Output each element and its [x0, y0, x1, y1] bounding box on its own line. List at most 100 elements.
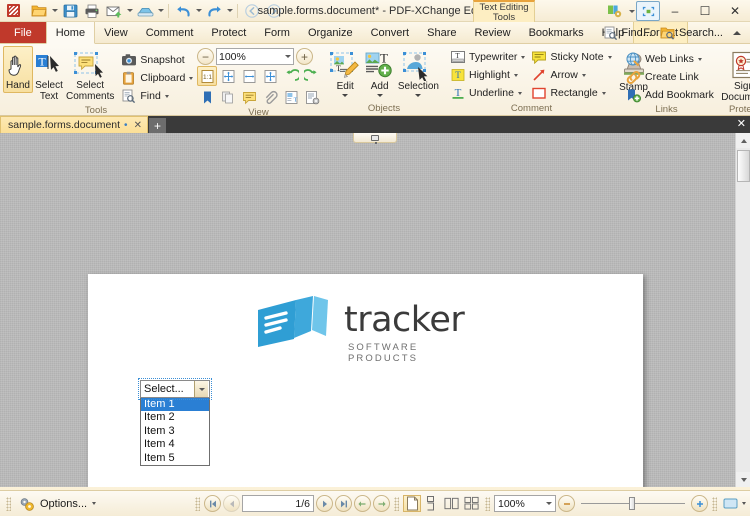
dropdown-option-1[interactable]: Item 1 — [141, 398, 209, 412]
zoom-slider[interactable] — [577, 495, 689, 512]
rotate-right-icon[interactable] — [302, 66, 322, 86]
tab-comment[interactable]: Comment — [137, 22, 203, 43]
arrow-button[interactable]: Arrow — [529, 66, 613, 84]
form-dropdown-field[interactable]: Select... Item 1 Item 2 Item 3 Item 4 It… — [138, 378, 212, 466]
dropdown-closed-display[interactable]: Select... — [138, 378, 212, 400]
ui-customize-caret[interactable] — [627, 1, 636, 21]
scroll-down-button[interactable] — [736, 472, 750, 487]
dropdown-option-4[interactable]: Item 4 — [141, 438, 209, 451]
tab-file[interactable]: File — [0, 22, 46, 43]
undo-dropdown-caret[interactable] — [194, 1, 203, 21]
email-icon[interactable] — [103, 1, 125, 21]
sticky-note-caret-icon[interactable] — [607, 55, 612, 59]
actual-size-icon[interactable]: 1:1 — [197, 66, 217, 86]
underline-button[interactable]: T Underline — [448, 84, 527, 102]
bookmarks-icon[interactable] — [197, 87, 217, 107]
tab-share[interactable]: Share — [418, 22, 465, 43]
sticky-note-button[interactable]: Sticky Note — [529, 48, 613, 66]
maximize-button[interactable]: ☐ — [690, 0, 720, 22]
snapshot-button[interactable]: Snapshot — [119, 51, 195, 69]
clipboard-caret-icon[interactable] — [189, 76, 194, 80]
collapse-ribbon-icon[interactable] — [733, 31, 741, 35]
back-icon[interactable] — [241, 1, 263, 21]
tab-review[interactable]: Review — [465, 22, 519, 43]
tab-bookmarks[interactable]: Bookmarks — [520, 22, 593, 43]
email-dropdown-caret[interactable] — [125, 1, 134, 21]
document-tab[interactable]: sample.forms.document • ✕ — [0, 116, 148, 133]
scrollbar-track[interactable] — [736, 148, 750, 472]
vertical-scrollbar[interactable] — [735, 133, 750, 487]
web-links-caret-icon[interactable] — [697, 57, 702, 61]
typewriter-button[interactable]: T Typewriter — [448, 48, 527, 66]
forward-icon[interactable] — [263, 1, 285, 21]
edit-objects-button[interactable]: T Edit — [328, 47, 362, 98]
first-page-button[interactable] — [204, 495, 221, 512]
zoom-out-button[interactable]: − — [197, 48, 214, 65]
select-comments-button[interactable]: Select Comments — [65, 46, 115, 103]
status-zoom-out-button[interactable] — [558, 495, 575, 512]
scan-icon[interactable] — [134, 1, 156, 21]
fit-width-icon[interactable] — [239, 66, 259, 86]
edit-objects-caret-icon[interactable] — [342, 93, 349, 97]
close-tab-icon[interactable]: ✕ — [134, 120, 142, 131]
minimize-button[interactable]: – — [660, 0, 690, 22]
tab-view[interactable]: View — [95, 22, 137, 43]
close-all-tabs-icon[interactable]: ✕ — [737, 117, 746, 130]
tab-protect[interactable]: Protect — [202, 22, 255, 43]
scroll-up-button[interactable] — [736, 133, 750, 148]
two-page-icon[interactable] — [443, 495, 461, 512]
options-button[interactable]: Options... — [15, 496, 99, 512]
status-zoom-caret-icon[interactable] — [546, 502, 552, 505]
zoom-in-button[interactable]: + — [296, 48, 313, 65]
selection-button[interactable]: Selection — [397, 47, 440, 98]
ui-customize-icon[interactable] — [603, 1, 627, 21]
web-links-button[interactable]: Web Links — [623, 50, 704, 68]
status-zoom-in-button[interactable] — [691, 495, 708, 512]
comments-pane-icon[interactable] — [239, 87, 259, 107]
attachments-icon[interactable] — [260, 87, 280, 107]
find-caret-icon[interactable] — [164, 94, 169, 98]
sign-document-button[interactable]: SignDocument — [718, 47, 750, 104]
new-tab-button[interactable]: + — [148, 118, 166, 133]
open-icon[interactable] — [28, 1, 50, 21]
underline-caret-icon[interactable] — [517, 91, 522, 95]
tab-form[interactable]: Form — [255, 22, 299, 43]
highlight-caret-icon[interactable] — [513, 73, 518, 77]
single-page-icon[interactable] — [403, 495, 421, 512]
options-caret-icon[interactable] — [92, 502, 97, 505]
next-page-button[interactable] — [316, 495, 333, 512]
tab-organize[interactable]: Organize — [299, 22, 362, 43]
dropdown-toggle-icon[interactable] — [194, 381, 208, 397]
pane-collapse-handle[interactable] — [353, 133, 397, 144]
page-number-input[interactable]: 1/6 — [242, 495, 314, 512]
close-button[interactable]: ✕ — [720, 0, 750, 22]
dropdown-option-5[interactable]: Item 5 — [141, 452, 209, 465]
clipboard-button[interactable]: Clipboard — [119, 69, 195, 87]
tab-home[interactable]: Home — [45, 22, 96, 44]
fit-page-icon[interactable] — [218, 66, 238, 86]
hand-tool-button[interactable]: Hand — [3, 46, 33, 93]
selection-caret-icon[interactable] — [415, 93, 422, 97]
highlight-button[interactable]: T Highlight — [448, 66, 527, 84]
navigate-forward-button[interactable] — [373, 495, 390, 512]
open-dropdown-caret[interactable] — [50, 1, 59, 21]
status-zoom-input[interactable]: 100% — [494, 495, 556, 512]
print-icon[interactable] — [81, 1, 103, 21]
fullscreen-toggle-icon[interactable] — [636, 1, 660, 21]
redo-dropdown-caret[interactable] — [225, 1, 234, 21]
navigate-back-button[interactable] — [354, 495, 371, 512]
select-text-button[interactable]: T Select Text — [33, 46, 65, 103]
search-button[interactable]: Search... — [657, 26, 726, 40]
find-tool-button[interactable]: Find — [119, 87, 195, 105]
save-icon[interactable] — [59, 1, 81, 21]
fullscreen-icon[interactable] — [721, 495, 739, 512]
prev-page-button[interactable] — [223, 495, 240, 512]
fullscreen-caret-icon[interactable] — [742, 502, 746, 505]
fit-visible-icon[interactable] — [260, 66, 280, 86]
dropdown-option-2[interactable]: Item 2 — [141, 411, 209, 424]
scan-dropdown-caret[interactable] — [156, 1, 165, 21]
add-object-button[interactable]: T Add — [362, 47, 396, 98]
zoom-dropdown-caret[interactable] — [285, 55, 291, 58]
dropdown-option-3[interactable]: Item 3 — [141, 425, 209, 438]
zoom-slider-handle[interactable] — [629, 497, 635, 510]
